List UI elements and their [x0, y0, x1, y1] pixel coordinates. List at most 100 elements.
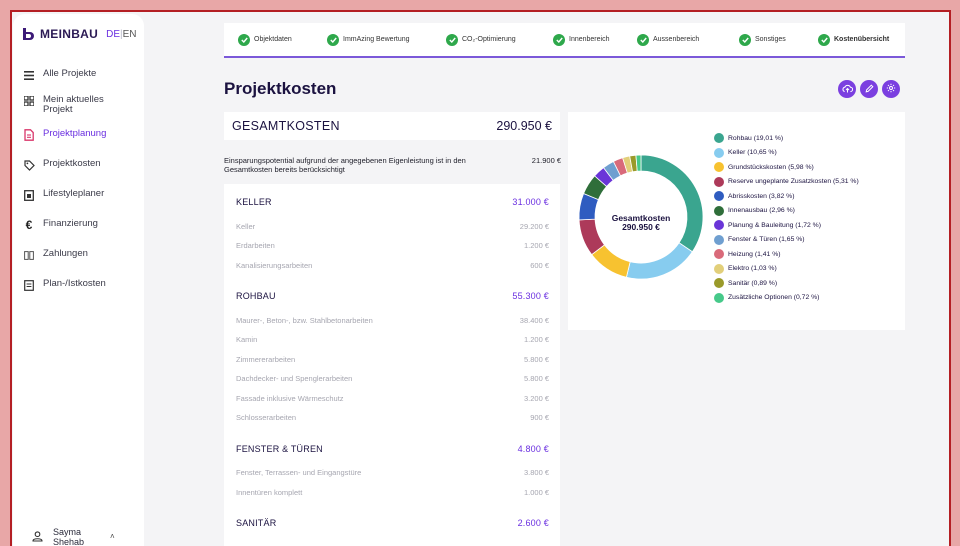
check-icon [327, 33, 339, 46]
legend-swatch [714, 249, 724, 259]
check-icon [818, 33, 830, 46]
payments-icon [23, 249, 35, 261]
check-icon [238, 33, 250, 46]
gear-icon [886, 80, 896, 98]
legend-swatch [714, 263, 724, 274]
category-header[interactable]: SANITÄR 2.600 € [236, 518, 549, 528]
category-header[interactable]: KELLER 31.000 € [236, 197, 549, 207]
legend-swatch [714, 278, 724, 288]
legend-swatch [714, 234, 724, 245]
sidebar-item-lifestyleplaner[interactable]: Lifestyleplaner [23, 189, 104, 201]
edit-button[interactable] [860, 80, 878, 98]
euro-icon: € [25, 218, 33, 232]
cost-row: Fassade inklusive Wärmeschutz 3.200 € [236, 394, 549, 403]
sidebar-item-aktuelles-projekt[interactable]: Mein aktuelles Projekt [23, 95, 115, 115]
category-header[interactable]: ROHBAU 55.300 € [236, 291, 549, 301]
legend-label: Elektro (1,03 %) [728, 265, 777, 272]
sidebar-item-label: Projektplanung [43, 128, 107, 139]
language-switch[interactable]: DE|EN [106, 29, 136, 40]
planner-icon [23, 189, 35, 201]
check-icon [637, 33, 649, 46]
cost-row: Schlosserarbeiten 900 € [236, 413, 549, 422]
cost-row: Dachdecker- und Spenglerarbeiten 5.800 € [236, 374, 549, 383]
legend-label: Planung & Bauleitung (1,72 %) [728, 221, 821, 229]
legend-item[interactable]: Abrisskosten (3,82 %) [714, 191, 795, 201]
legend-swatch [714, 220, 724, 230]
grid-icon [23, 95, 35, 107]
donut-slice[interactable] [640, 154, 704, 253]
donut-center-label: Gesamtkosten 290.950 € [595, 214, 687, 232]
cloud-upload-icon [842, 80, 853, 98]
pencil-icon [865, 80, 874, 98]
legend-item[interactable]: Keller (10,65 %) [714, 147, 777, 158]
savings-text: Einsparungspotential aufgrund der angege… [224, 156, 466, 174]
sidebar-item-projektplanung[interactable]: Projektplanung [23, 129, 106, 141]
sidebar-item-zahlungen[interactable]: Zahlungen [23, 249, 88, 261]
step-aussenbereich[interactable]: Aussenbereich [637, 33, 699, 46]
total-costs-card: GESAMTKOSTEN 290.950 € [224, 112, 560, 140]
legend-item[interactable]: Heizung (1,41 %) [714, 249, 781, 259]
sidebar-item-label: Mein aktuelles Projekt [43, 94, 104, 115]
step-immazing-bewertung[interactable]: ImmAzing Bewertung [327, 33, 410, 46]
cost-row: Erdarbeiten 1.200 € [236, 241, 549, 250]
step-sonstiges[interactable]: Sonstiges [739, 33, 786, 46]
savings-note: Einsparungspotential aufgrund der angege… [224, 156, 561, 174]
step-co2-optimierung[interactable]: CO₂-Optimierung [446, 33, 516, 46]
logo[interactable]: MEINBAU DE|EN [23, 27, 137, 41]
check-icon [553, 33, 565, 46]
legend-item[interactable]: Elektro (1,03 %) [714, 263, 777, 274]
legend-item[interactable]: Grundstückskosten (5,98 %) [714, 162, 814, 172]
legend-item[interactable]: Sanitär (0,89 %) [714, 278, 777, 288]
donut-center-value: 290.950 € [622, 222, 660, 232]
cost-row: Innentüren komplett 1.000 € [236, 488, 549, 497]
step-objektdaten[interactable]: Objektdaten [238, 33, 292, 46]
donut-slice[interactable] [625, 242, 693, 280]
legend-label: Zusätzliche Optionen (0,72 %) [728, 294, 820, 301]
legend-item[interactable]: Zusätzliche Optionen (0,72 %) [714, 292, 820, 303]
sidebar-item-label: Lifestyleplaner [43, 188, 105, 199]
legend-label: Rohbau (19,01 %) [728, 134, 784, 142]
check-icon [739, 33, 751, 46]
sidebar-item-label: Projektkosten [43, 158, 101, 169]
legend-swatch [714, 147, 724, 158]
user-name: Sayma Shehab [53, 527, 85, 546]
total-costs-value: 290.950 € [496, 119, 552, 133]
legend-item[interactable]: Reserve ungeplante Zusatzkosten (5,31 %) [714, 176, 859, 187]
sidebar-item-label: Alle Projekte [43, 68, 97, 79]
legend-label: Sanitär (0,89 %) [728, 279, 778, 287]
step-kostenuebersicht[interactable]: Kostenübersicht [818, 33, 889, 46]
cost-row: Maurer-, Beton-, bzw. Stahlbetonarbeiten… [236, 316, 549, 325]
progress-stepper: Objektdaten ImmAzing Bewertung CO₂-Optim… [224, 23, 905, 58]
legend-swatch [714, 162, 724, 172]
category-header[interactable]: FENSTER & TÜREN 4.800 € [236, 444, 549, 454]
settings-button[interactable] [882, 80, 900, 98]
logo-text: MEINBAU [40, 27, 99, 41]
sidebar-item-alle-projekte[interactable]: Alle Projekte [23, 69, 96, 81]
sidebar-item-finanzierung[interactable]: € Finanzierung [23, 218, 98, 232]
sidebar-item-plan-istkosten[interactable]: Plan-/Istkosten [23, 279, 106, 291]
legend-label: Abrisskosten (3,82 %) [728, 192, 795, 200]
upload-cloud-button[interactable] [838, 80, 856, 98]
chevron-up-icon[interactable]: ˄ [110, 532, 115, 542]
legend-swatch [714, 205, 724, 216]
legend-label: Fenster & Türen (1,65 %) [728, 236, 805, 243]
cost-breakdown-list: KELLER 31.000 € Keller 29.200 € Erdarbeite… [224, 184, 560, 546]
total-costs-label: GESAMTKOSTEN [232, 119, 340, 133]
sidebar-item-label: Finanzierung [43, 218, 98, 229]
donut-slice[interactable] [635, 154, 642, 172]
lang-en[interactable]: EN [123, 29, 137, 40]
legend-label: Innenausbau (2,96 %) [728, 207, 795, 214]
lang-de[interactable]: DE [106, 29, 120, 40]
cost-row: Fenster, Terrassen- und Eingangstüre 3.80… [236, 468, 549, 477]
sidebar-item-projektkosten[interactable]: Projektkosten [23, 159, 101, 171]
sidebar-item-label: Zahlungen [43, 248, 88, 259]
check-icon [446, 33, 458, 46]
user-menu[interactable]: Sayma Shehab ˄ [32, 527, 115, 546]
legend-item[interactable]: Fenster & Türen (1,65 %) [714, 234, 805, 245]
step-innenbereich[interactable]: Innenbereich [553, 33, 609, 46]
legend-item[interactable]: Rohbau (19,01 %) [714, 133, 783, 143]
legend-swatch [714, 133, 724, 143]
legend-item[interactable]: Planung & Bauleitung (1,72 %) [714, 220, 821, 230]
legend-item[interactable]: Innenausbau (2,96 %) [714, 205, 795, 216]
page-actions [838, 80, 900, 98]
